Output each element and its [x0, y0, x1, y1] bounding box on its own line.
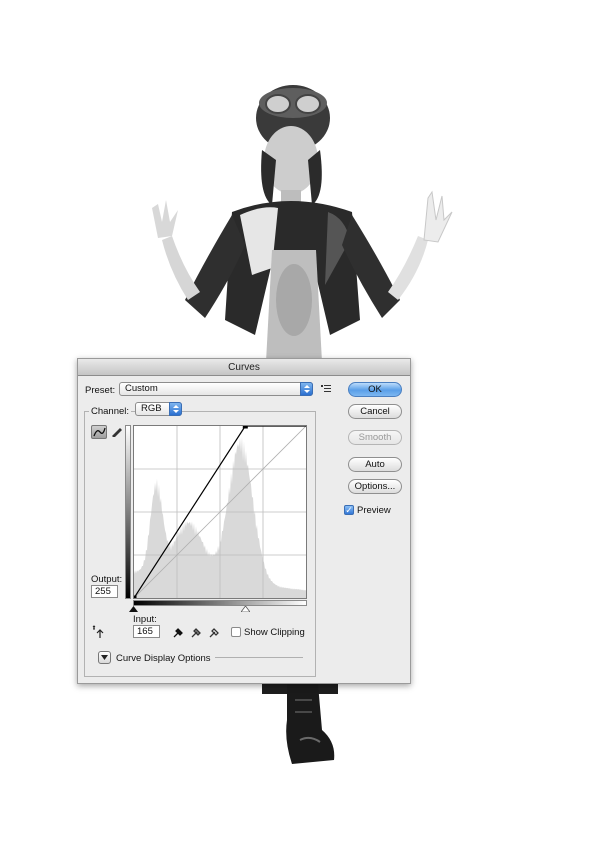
- curve-display-options-label[interactable]: Curve Display Options: [116, 653, 211, 664]
- channel-select-arrows-icon: [169, 402, 182, 416]
- separator-line: [215, 657, 303, 658]
- preset-value: Custom: [125, 383, 158, 394]
- curve-control-point[interactable]: [131, 595, 137, 601]
- options-button[interactable]: Options...: [348, 479, 402, 494]
- output-field[interactable]: 255: [91, 585, 118, 598]
- preset-select[interactable]: Custom: [119, 382, 313, 396]
- white-eyedropper-icon[interactable]: [208, 626, 220, 638]
- input-field[interactable]: 165: [133, 625, 160, 638]
- preset-menu-icon[interactable]: [321, 384, 333, 394]
- auto-button[interactable]: Auto: [348, 457, 402, 472]
- ok-button[interactable]: OK: [348, 382, 402, 397]
- cancel-button[interactable]: Cancel: [348, 404, 402, 419]
- input-black-slider[interactable]: [129, 606, 138, 612]
- pencil-tool-icon[interactable]: [109, 425, 125, 439]
- curves-graph[interactable]: [131, 423, 307, 601]
- dialog-title: Curves: [78, 359, 410, 376]
- gray-eyedropper-icon[interactable]: [190, 626, 202, 638]
- channel-value: RGB: [141, 403, 162, 414]
- input-white-slider[interactable]: [241, 606, 250, 612]
- input-gradient-bar: [133, 600, 307, 606]
- disclosure-icon[interactable]: [98, 651, 111, 664]
- black-eyedropper-icon[interactable]: [172, 626, 184, 638]
- on-image-adjust-icon[interactable]: [92, 625, 108, 639]
- curve-tool-icon[interactable]: [91, 425, 107, 439]
- channel-label: Channel:: [89, 406, 132, 417]
- output-gradient-bar: [125, 425, 131, 599]
- input-label: Input:: [133, 614, 157, 625]
- curves-dialog: Curves Preset: Custom OK Cancel Smooth A…: [77, 358, 411, 684]
- channel-select[interactable]: RGB: [135, 402, 182, 416]
- preview-checkbox[interactable]: ✓: [344, 505, 354, 515]
- curve-control-point[interactable]: [242, 423, 248, 429]
- preset-label: Preset:: [85, 385, 116, 396]
- output-label: Output:: [91, 574, 123, 585]
- curves-graph-canvas[interactable]: [131, 423, 307, 601]
- show-clipping-checkbox[interactable]: [231, 627, 241, 637]
- preview-label: Preview: [357, 505, 391, 516]
- show-clipping-label: Show Clipping: [244, 627, 305, 638]
- preset-select-arrows-icon: [300, 382, 313, 396]
- smooth-button[interactable]: Smooth: [348, 430, 402, 445]
